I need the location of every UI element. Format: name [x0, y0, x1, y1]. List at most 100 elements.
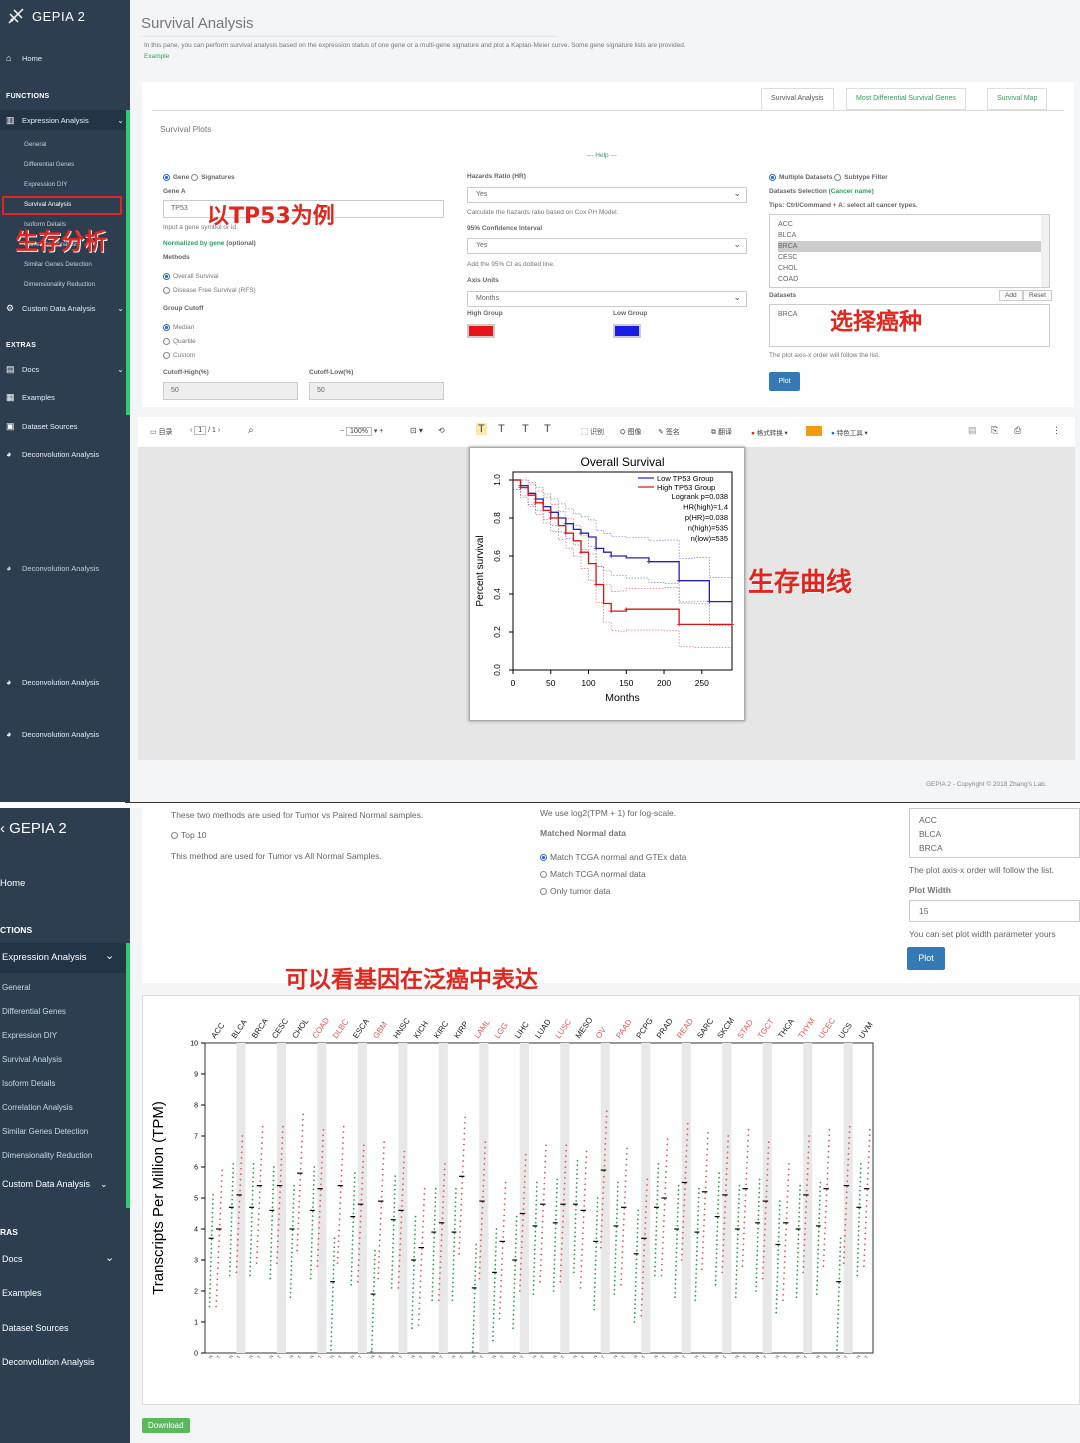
text-edit-icon[interactable]: T	[498, 423, 505, 435]
cancer-name-link[interactable]: (Cancer name)	[829, 188, 874, 195]
dataset-listbox-lower[interactable]: ACC BLCA BRCA	[909, 808, 1080, 858]
match-tcga-radio[interactable]	[540, 871, 547, 879]
sidebar-item-dataset-sources[interactable]: Dataset Sources	[2, 1323, 69, 1333]
gene-radio[interactable]	[163, 174, 170, 181]
print-icon[interactable]: ⎙	[1014, 425, 1021, 436]
dataset-option[interactable]: COAD	[778, 274, 1041, 285]
sidebar-sub-dimensionality-reduction[interactable]: Dimensionality Reduction	[2, 1151, 92, 1160]
median-option[interactable]: Median	[163, 324, 194, 331]
sidebar-sub-dimensionality-reduction[interactable]: Dimensionality Reduction	[24, 281, 95, 288]
tab-most-differential[interactable]: Most Differential Survival Genes	[846, 88, 966, 110]
sidebar-item-docs[interactable]: Docs	[2, 1254, 23, 1264]
sidebar-sub-differential-genes[interactable]: Differential Genes	[24, 161, 74, 168]
translate-button[interactable]: ⧉ 翻译	[711, 427, 732, 437]
high-group-color-picker[interactable]	[467, 324, 495, 338]
only-tumor-radio[interactable]	[540, 888, 547, 896]
plot-width-input[interactable]: 15	[909, 900, 1080, 922]
sign-button[interactable]: ✎ 签名	[658, 427, 680, 437]
sidebar-item-deconvolution-dup3[interactable]: ◕ Deconvolution Analysis	[0, 724, 130, 744]
sidebar-item-dataset-sources[interactable]: ▣ Dataset Sources	[0, 416, 130, 436]
ci-select[interactable]: Yes	[467, 238, 747, 254]
normalized-label[interactable]: Normalized by gene	[163, 240, 224, 247]
dataset-option[interactable]: BLCA	[778, 230, 1041, 241]
sidebar-sub-similar-genes[interactable]: Similar Genes Detection	[24, 261, 92, 268]
dfs-option[interactable]: Disease Free Survival (RFS)	[163, 287, 256, 294]
dataset-option[interactable]: BRCA	[778, 241, 1041, 252]
sidebar-item-deconvolution[interactable]: ◕ Deconvolution Analysis	[0, 444, 130, 464]
top10-radio[interactable]	[171, 832, 178, 840]
quartile-radio[interactable]	[163, 338, 170, 345]
cutoff-low-input[interactable]: 50	[309, 382, 444, 400]
zoom-control[interactable]: − 100% ▾ +	[340, 427, 383, 436]
search-icon[interactable]: ⌕	[248, 425, 254, 436]
sidebar-item-expression-analysis[interactable]: Expression Analysis ⌄	[0, 943, 130, 973]
logo-text-lower[interactable]: ‹ GEPIA 2	[0, 820, 67, 837]
dataset-option[interactable]: CESC	[778, 252, 1041, 263]
only-tumor-option[interactable]: Only tumor data	[540, 886, 610, 896]
cutoff-high-input[interactable]: 50	[163, 382, 298, 400]
overall-survival-radio[interactable]	[163, 273, 170, 280]
fit-page-icon[interactable]: ⊡ ▾	[410, 426, 423, 435]
dfs-radio[interactable]	[163, 287, 170, 294]
match-gtex-option[interactable]: Match TCGA normal and GTEx data	[540, 852, 686, 862]
custom-option[interactable]: Custom	[163, 352, 195, 359]
sidebar-sub-correlation-analysis[interactable]: Correlation Analysis	[2, 1103, 73, 1112]
axis-units-select[interactable]: Months	[467, 291, 747, 307]
more-icon[interactable]: ⋮	[1052, 425, 1061, 436]
sidebar-sub-expression-diy[interactable]: Expression DIY	[24, 181, 67, 188]
plot-button-lower[interactable]: Plot	[907, 947, 945, 970]
sidebar-item-home[interactable]: Home	[0, 878, 25, 889]
zoom-value[interactable]: 100%	[346, 427, 372, 436]
sidebar-sub-survival-analysis[interactable]: Survival Analysis	[2, 1055, 62, 1064]
custom-radio[interactable]	[163, 352, 170, 359]
sidebar-item-home[interactable]: ⌂ Home	[0, 48, 130, 68]
logo[interactable]: GEPIA 2	[0, 0, 130, 32]
sidebar-sub-general[interactable]: General	[24, 141, 46, 148]
dataset-listbox[interactable]: ACC BLCA BRCA CESC CHOL COAD	[769, 214, 1050, 288]
quartile-option[interactable]: Quartile	[163, 338, 196, 345]
sidebar-item-custom-data[interactable]: Custom Data Analysis ⌄	[2, 1179, 108, 1190]
match-tcga-option[interactable]: Match TCGA normal data	[540, 869, 646, 879]
add-button[interactable]: Add	[999, 290, 1023, 301]
list-item[interactable]: BLCA	[919, 827, 1070, 841]
page-input[interactable]: 1	[194, 426, 207, 435]
signatures-radio[interactable]	[191, 174, 199, 181]
hr-select[interactable]: Yes	[467, 187, 747, 203]
overall-survival-option[interactable]: Overall Survival	[163, 273, 219, 280]
dataset-option[interactable]: ACC	[778, 219, 1041, 230]
example-link[interactable]: Example	[144, 53, 169, 60]
median-radio[interactable]	[163, 324, 170, 331]
toc-button[interactable]: ▭ 目录	[150, 427, 173, 437]
match-gtex-radio[interactable]	[540, 854, 547, 862]
tab-survival-analysis[interactable]: Survival Analysis	[761, 88, 834, 110]
sidebar-item-examples[interactable]: ▦ Examples	[0, 387, 130, 407]
panel-icon[interactable]: ▤	[968, 425, 977, 436]
image-button[interactable]: ⛭ 图像	[620, 427, 642, 437]
reset-button[interactable]: Reset	[1023, 290, 1052, 301]
sidebar-item-docs[interactable]: ▤ Docs ⌄	[0, 359, 130, 379]
sidebar-item-deconvolution[interactable]: Deconvolution Analysis	[2, 1357, 95, 1367]
sidebar-sub-expression-diy[interactable]: Expression DIY	[2, 1031, 57, 1040]
sidebar-item-examples[interactable]: Examples	[2, 1288, 42, 1298]
convert-button[interactable]: ● 格式转换 ▾	[751, 427, 788, 437]
dataset-option[interactable]: CHOL	[778, 263, 1041, 274]
save-icon[interactable]: ⎘	[991, 425, 998, 436]
scrollbar[interactable]	[1041, 215, 1049, 287]
sidebar-item-deconvolution-dup2[interactable]: ◕ Deconvolution Analysis	[0, 672, 130, 692]
low-group-color-picker[interactable]	[613, 324, 641, 338]
sidebar-item-deconvolution-dup[interactable]: ◕ Deconvolution Analysis	[0, 558, 130, 578]
strike-icon[interactable]: T	[522, 423, 529, 435]
top10-option[interactable]: Top 10	[171, 830, 207, 840]
vip-badge-icon[interactable]	[806, 426, 822, 436]
subtype-filter-radio[interactable]	[834, 174, 842, 181]
sidebar-sub-differential-genes[interactable]: Differential Genes	[2, 1007, 66, 1016]
list-item[interactable]: BRCA	[919, 841, 1070, 855]
sidebar-sub-general[interactable]: General	[2, 983, 30, 992]
plot-button[interactable]: Plot	[769, 372, 800, 391]
special-tools-button[interactable]: ● 特色工具 ▾	[831, 427, 868, 437]
tab-survival-map[interactable]: Survival Map	[987, 88, 1048, 110]
text-select-icon[interactable]: T	[476, 423, 487, 435]
download-button[interactable]: Download	[142, 1418, 190, 1433]
help-link[interactable]: --- Help ---	[587, 152, 617, 159]
sidebar-item-expression-analysis[interactable]: ▥ Expression Analysis ⌄	[0, 110, 130, 130]
